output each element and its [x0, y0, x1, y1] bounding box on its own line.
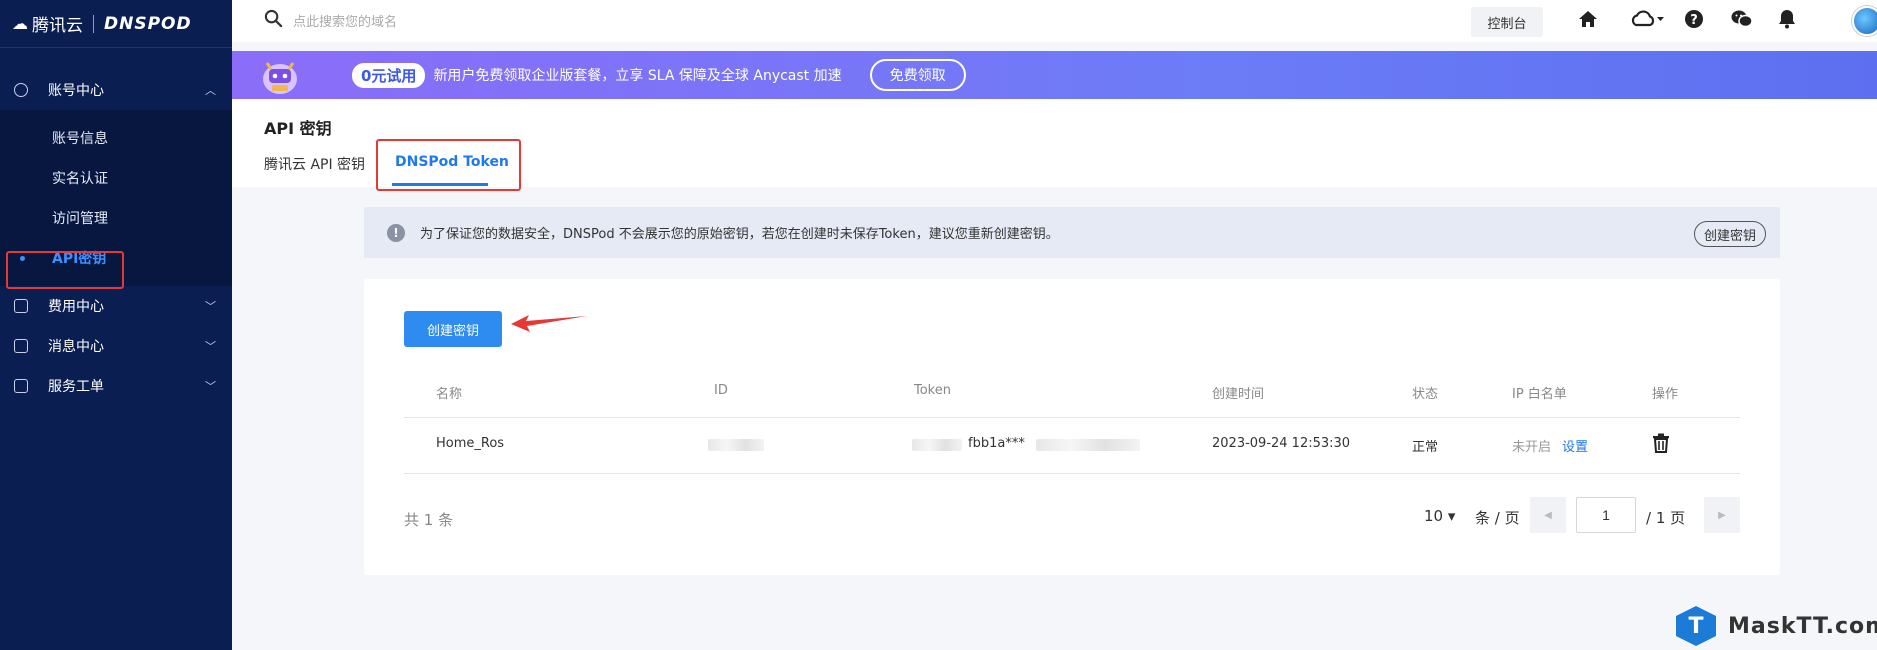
- sidebar-item-verification[interactable]: 实名认证: [0, 158, 232, 198]
- ip-whitelist-settings-link[interactable]: 设置: [1562, 436, 1588, 455]
- sidebar-group-account[interactable]: 账号中心 ︿: [0, 70, 232, 110]
- promo-text: 新用户免费领取企业版套餐，立享 SLA 保障及全球 Anycast 加速: [433, 68, 842, 84]
- wechat-icon[interactable]: [1731, 9, 1753, 34]
- total-pages: / 1 页: [1646, 509, 1686, 527]
- brand-divider: [93, 14, 94, 33]
- red-arrow-annotation: [511, 315, 587, 332]
- sidebar: ☁ 腾讯云 DNSPOD 账号中心 ︿ 账号信息 实名认证 访问管理 API密钥…: [0, 0, 232, 650]
- free-trial-badge: 0元试用: [352, 62, 426, 88]
- column-header-token: Token: [914, 383, 951, 398]
- sidebar-item-account-info[interactable]: 账号信息: [0, 118, 232, 158]
- page-size-select[interactable]: 10 ▾: [1424, 507, 1455, 525]
- create-key-button[interactable]: 创建密钥: [404, 311, 502, 347]
- security-notice: ! 为了保证您的数据安全，DNSPod 不会展示您的原始密钥，若您在创建时未保存…: [364, 207, 1780, 258]
- avatar[interactable]: [1852, 6, 1877, 36]
- row-ip-whitelist-status: 未开启: [1512, 440, 1552, 455]
- row-token: fbb1a***: [968, 436, 1025, 451]
- row-status: 正常: [1412, 440, 1439, 455]
- sidebar-group-label: 服务工单: [48, 379, 104, 395]
- svg-text:?: ?: [1690, 13, 1698, 28]
- blurred-token-prefix: [912, 439, 962, 451]
- per-page-label: 条 / 页: [1475, 509, 1520, 527]
- column-header-status: 状态: [1412, 387, 1439, 402]
- bell-icon[interactable]: [1778, 9, 1796, 34]
- sidebar-group-messages[interactable]: 消息中心 ﹀: [0, 326, 232, 366]
- mascot-icon: [263, 62, 297, 94]
- home-icon[interactable]: [1578, 9, 1598, 34]
- watermark: T MaskTT.com: [1676, 606, 1877, 646]
- row-created-time: 2023-09-24 12:53:30: [1212, 436, 1351, 451]
- page-title: API 密钥: [264, 119, 332, 138]
- highlight-box-dnspod-token: [376, 139, 521, 191]
- claim-free-button[interactable]: 免费领取: [869, 59, 966, 91]
- chevron-down-icon: ﹀: [205, 300, 216, 313]
- trash-icon[interactable]: [1652, 433, 1670, 453]
- total-count: 共 1 条: [404, 511, 454, 529]
- chevron-up-icon: ︿: [205, 84, 216, 97]
- notice-text: 为了保证您的数据安全，DNSPod 不会展示您的原始密钥，若您在创建时未保存To…: [420, 227, 1059, 242]
- domain-search-input[interactable]: [293, 13, 693, 29]
- token-card: 创建密钥 名称 ID Token 创建时间 状态 IP 白名单 操作 Home_…: [364, 279, 1780, 575]
- info-icon: !: [387, 223, 405, 242]
- column-header-id: ID: [714, 383, 728, 398]
- search-icon[interactable]: [264, 9, 283, 33]
- sidebar-group-label: 账号中心: [48, 83, 104, 99]
- watermark-text: MaskTT.com: [1728, 613, 1877, 639]
- table-divider: [404, 473, 1740, 474]
- sidebar-group-billing[interactable]: 费用中心 ﹀: [0, 286, 232, 326]
- column-header-created: 创建时间: [1212, 387, 1265, 402]
- message-icon: [14, 339, 28, 353]
- prev-page-button[interactable]: ◀: [1530, 497, 1566, 533]
- ticket-icon: [14, 379, 28, 393]
- row-name: Home_Ros: [436, 436, 505, 451]
- next-page-button[interactable]: ▶: [1704, 497, 1740, 533]
- tab-tencent-api-key[interactable]: 腾讯云 API 密钥: [264, 154, 365, 174]
- blurred-id: [708, 439, 764, 451]
- console-button[interactable]: 控制台: [1471, 7, 1543, 37]
- chevron-down-icon: ﹀: [205, 380, 216, 393]
- brand-dnspod: DNSPOD: [104, 13, 192, 34]
- promo-banner: 0元试用 新用户免费领取企业版套餐，立享 SLA 保障及全球 Anycast 加…: [232, 51, 1877, 99]
- user-icon: [14, 83, 28, 97]
- table-divider: [404, 417, 1740, 418]
- notice-create-key-button[interactable]: 创建密钥: [1693, 221, 1766, 247]
- sidebar-nav: 账号中心 ︿ 账号信息 实名认证 访问管理 API密钥 费用中心 ﹀ 消息中心 …: [0, 70, 232, 406]
- cloud-icon[interactable]: [1630, 9, 1664, 34]
- sidebar-group-label: 消息中心: [48, 339, 104, 355]
- column-header-name: 名称: [436, 387, 463, 402]
- brand-tencent: 腾讯云: [32, 16, 83, 36]
- page-number-input[interactable]: [1576, 497, 1636, 533]
- billing-icon: [14, 299, 28, 313]
- column-header-actions: 操作: [1652, 387, 1679, 402]
- highlight-box-api-key: [6, 251, 124, 289]
- blurred-token-suffix: [1036, 439, 1140, 451]
- tencent-cloud-icon: ☁: [12, 14, 28, 33]
- sidebar-group-label: 费用中心: [48, 299, 104, 315]
- watermark-logo: T: [1676, 606, 1716, 646]
- sidebar-group-tickets[interactable]: 服务工单 ﹀: [0, 366, 232, 406]
- column-header-ip-whitelist: IP 白名单: [1512, 387, 1567, 402]
- top-bar: 控制台 ?: [232, 0, 1877, 42]
- chevron-down-icon: ﹀: [205, 340, 216, 353]
- brand-logo[interactable]: ☁ 腾讯云 DNSPOD: [0, 0, 232, 48]
- help-icon[interactable]: ?: [1684, 9, 1704, 34]
- sidebar-item-access[interactable]: 访问管理: [0, 198, 232, 238]
